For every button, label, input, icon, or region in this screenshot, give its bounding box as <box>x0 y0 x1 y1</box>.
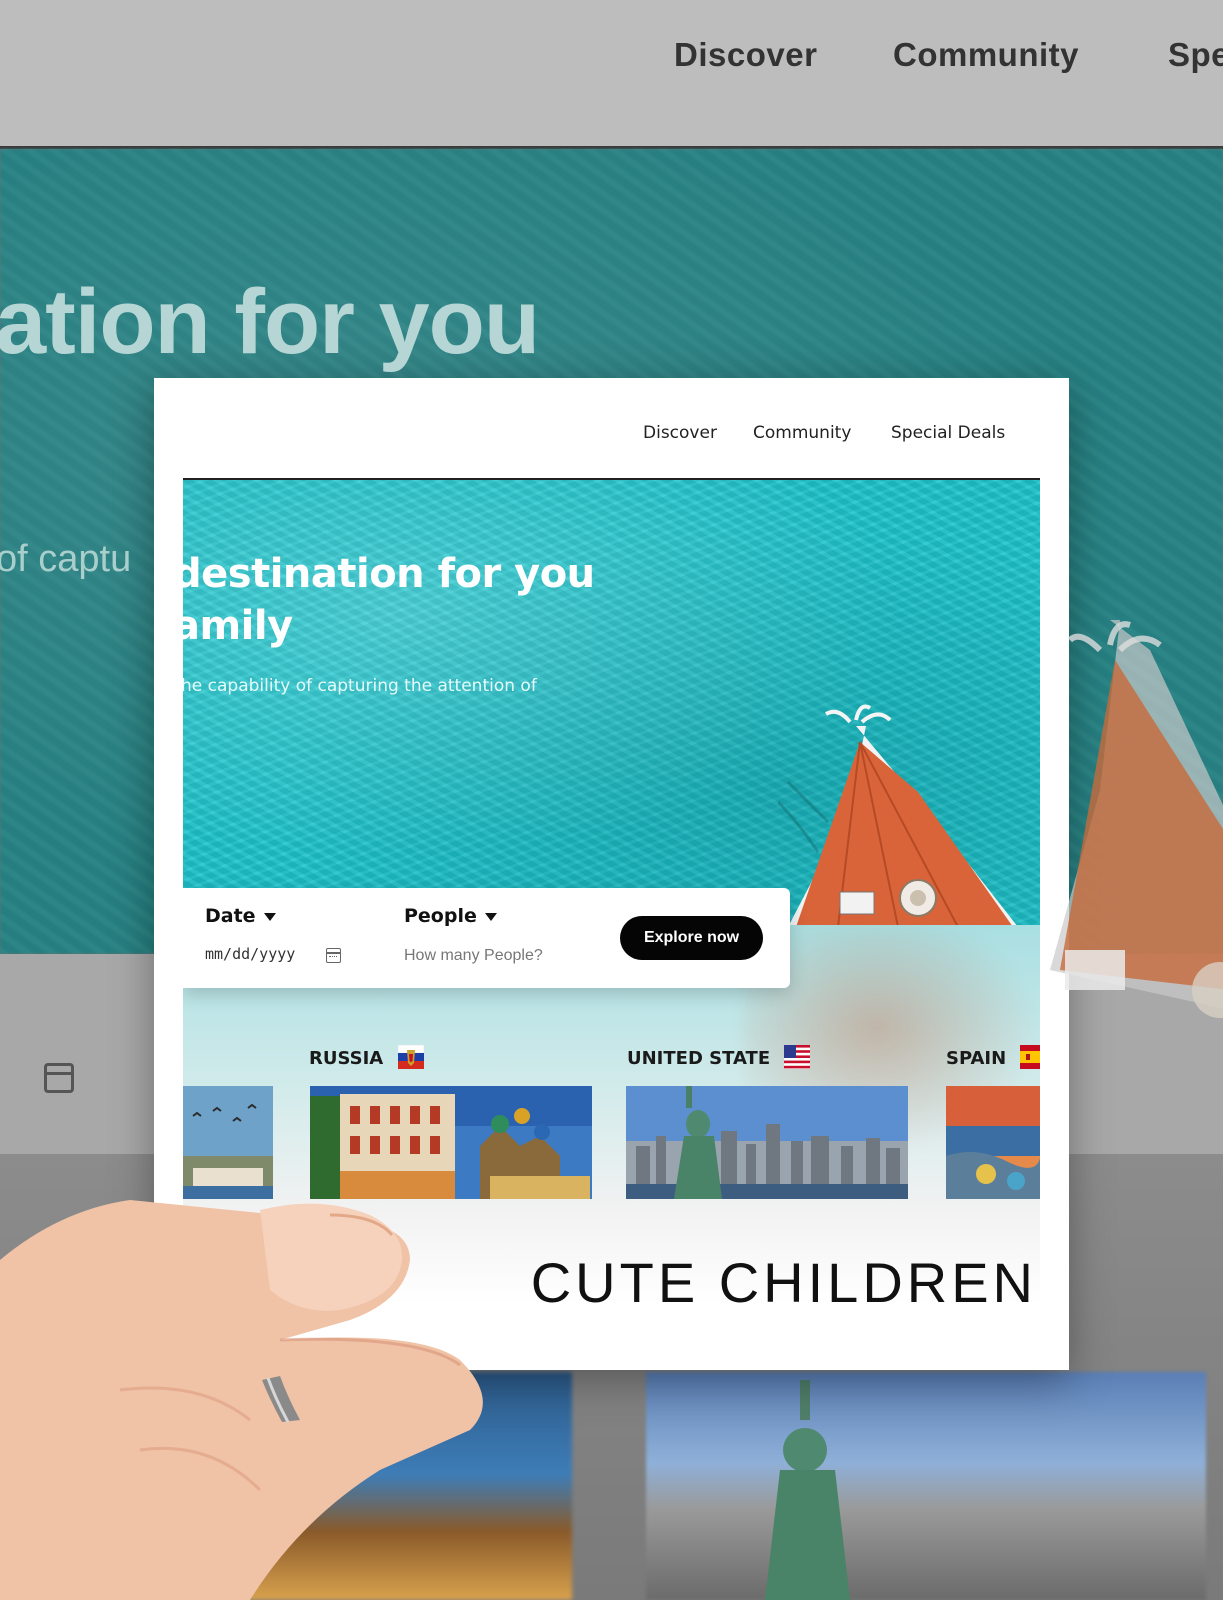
background-boat-image <box>1050 620 1223 1018</box>
destination-photo-partial[interactable] <box>183 1086 273 1199</box>
hero-section: destination for you amily he capability … <box>183 478 1040 1305</box>
destination-usa-name: UNITED STATE <box>627 1048 771 1069</box>
spain-photo[interactable] <box>946 1086 1040 1199</box>
usa-photo[interactable] <box>626 1086 908 1199</box>
hero-subtitle: he capability of capturing the attention… <box>183 676 537 696</box>
nav-special-deals[interactable]: Special Deals <box>891 423 1005 443</box>
background-hero-subtitle: of captu <box>0 538 132 580</box>
nav-community[interactable]: Community <box>753 423 851 443</box>
explore-now-button[interactable]: Explore now <box>620 916 763 960</box>
background-nav-special: Spe <box>1168 36 1223 73</box>
usa-flag-icon <box>784 1045 811 1069</box>
background-statue-of-liberty <box>765 1380 850 1600</box>
date-label-text: Date <box>205 905 256 927</box>
russia-flag-icon <box>397 1045 424 1069</box>
background-calendar-icon <box>44 1063 74 1093</box>
chevron-down-icon <box>263 912 276 921</box>
background-navbar: Discover Community Spe <box>0 0 1223 149</box>
destination-russia-name: RUSSIA <box>309 1048 384 1069</box>
destination-usa-label[interactable]: UNITED STATE <box>627 1045 811 1069</box>
date-input[interactable]: mm/dd/yyyy <box>205 945 345 967</box>
card-caption: CUTE CHILDREN <box>530 1251 1037 1314</box>
boat-image <box>778 704 1018 927</box>
background-usa-photo <box>646 1372 1206 1600</box>
destination-russia-label[interactable]: RUSSIA <box>309 1045 424 1069</box>
background-nav-community: Community <box>893 36 1079 73</box>
destination-spain-label[interactable]: SPAIN <box>946 1045 1040 1069</box>
hero-title-line-2: amily <box>183 603 293 649</box>
date-label[interactable]: Date <box>205 905 276 927</box>
background-nav-discover: Discover <box>674 36 818 73</box>
spain-flag-icon <box>1020 1045 1040 1069</box>
hero-title-line-1: destination for you <box>183 551 595 597</box>
chevron-down-icon <box>484 912 497 921</box>
hand-image <box>0 1200 483 1600</box>
nav-discover[interactable]: Discover <box>643 423 717 443</box>
russia-photo[interactable] <box>310 1086 592 1199</box>
background-hero-title: ation for you <box>0 271 540 373</box>
calendar-icon[interactable] <box>326 948 341 963</box>
search-panel: Date mm/dd/yyyy People Explore now <box>183 888 790 988</box>
people-label-text: People <box>404 905 477 927</box>
destination-spain-name: SPAIN <box>946 1048 1007 1069</box>
hero-title: destination for you amily <box>183 548 595 652</box>
people-input[interactable] <box>404 944 584 968</box>
people-label[interactable]: People <box>404 905 497 927</box>
